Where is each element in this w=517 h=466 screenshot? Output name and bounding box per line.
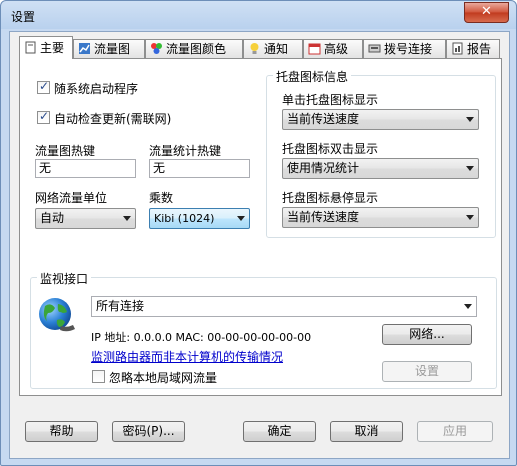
ignore-lan-label: 忽略本地局域网流量 xyxy=(109,371,218,385)
autoupdate-label: 自动检查更新(需联网) xyxy=(54,112,172,126)
multiplier-select[interactable]: Kibi (1024) xyxy=(149,208,250,229)
chevron-down-icon xyxy=(466,215,474,220)
page-icon xyxy=(25,41,36,54)
autostart-checkbox[interactable] xyxy=(37,79,50,94)
tab-dialup[interactable]: 拨号连接 xyxy=(363,39,446,58)
main-tab-panel: 随系统启动程序 自动检查更新(需联网) 流量图热键 无 流量统计热键 无 网络流… xyxy=(19,58,502,396)
cancel-button[interactable]: 取消 xyxy=(330,421,403,442)
ip-mac-info: IP 地址: 0.0.0.0 MAC: 00-00-00-00-00-00 xyxy=(91,331,312,344)
ok-button[interactable]: 确定 xyxy=(243,421,316,442)
tray-dblclick-label: 托盘图标双击显示 xyxy=(282,142,379,156)
modem-icon xyxy=(368,44,381,53)
title-bar[interactable]: 设置 ✕ xyxy=(1,1,516,31)
tray-dblclick-select[interactable]: 使用情况统计 xyxy=(282,158,479,179)
chevron-down-icon xyxy=(466,166,474,171)
calendar-icon xyxy=(308,43,321,55)
unit-label: 网络流量单位 xyxy=(35,191,108,205)
chevron-down-icon xyxy=(464,304,472,309)
settings-button[interactable]: 设置 xyxy=(382,361,472,382)
graph-hotkey-input[interactable]: 无 xyxy=(35,159,136,178)
tab-main[interactable]: 主要 xyxy=(19,36,73,59)
bulb-icon xyxy=(250,43,259,54)
help-button[interactable]: 帮助 xyxy=(25,421,98,442)
stats-hotkey-input[interactable]: 无 xyxy=(149,159,250,178)
unit-select[interactable]: 自动 xyxy=(35,208,136,229)
apply-button[interactable]: 应用 xyxy=(417,421,493,442)
ignore-lan-checkbox[interactable] xyxy=(92,370,105,383)
multiplier-label: 乘数 xyxy=(149,191,174,205)
tab-graph-colors[interactable]: 流量图颜色 xyxy=(145,39,243,58)
tray-click-select[interactable]: 当前传送速度 xyxy=(282,109,479,130)
monitor-group-title: 监视接口 xyxy=(37,270,92,287)
tab-graph[interactable]: 流量图 xyxy=(73,39,145,58)
globe-network-icon xyxy=(39,298,75,332)
tray-hover-label: 托盘图标悬停显示 xyxy=(282,191,379,205)
interface-select[interactable]: 所有连接 xyxy=(91,296,477,317)
chart-icon xyxy=(79,43,90,54)
router-monitor-link[interactable]: 监测路由器而非本计算机的传输情况 xyxy=(91,348,283,365)
close-button[interactable]: ✕ xyxy=(464,2,509,23)
network-button[interactable]: 网络... xyxy=(382,324,472,345)
chevron-down-icon xyxy=(123,216,131,221)
chevron-down-icon xyxy=(466,117,474,122)
tab-report[interactable]: 报告 xyxy=(446,39,500,58)
password-button[interactable]: 密码(P)... xyxy=(112,421,185,442)
autostart-label: 随系统启动程序 xyxy=(54,82,139,96)
chevron-down-icon xyxy=(237,216,245,221)
graph-hotkey-label: 流量图热键 xyxy=(35,144,96,158)
tab-advanced[interactable]: 高级 xyxy=(303,39,363,58)
autoupdate-checkbox[interactable] xyxy=(37,109,50,124)
tab-notify[interactable]: 通知 xyxy=(243,39,303,58)
report-icon xyxy=(452,42,463,55)
window-title: 设置 xyxy=(11,10,36,24)
tray-hover-select[interactable]: 当前传送速度 xyxy=(282,207,479,228)
settings-window: 设置 ✕ 主要 流量图 流量图颜色 通知 高级 拨号连接 报告 ✓ 随系统启动程… xyxy=(0,0,517,466)
palette-icon xyxy=(151,43,162,54)
dialog-client: 主要 流量图 流量图颜色 通知 高级 拨号连接 报告 随系统启动 xyxy=(9,31,510,459)
tray-click-label: 单击托盘图标显示 xyxy=(282,93,379,107)
tray-group-title: 托盘图标信息 xyxy=(273,68,352,85)
stats-hotkey-label: 流量统计热键 xyxy=(149,144,222,158)
